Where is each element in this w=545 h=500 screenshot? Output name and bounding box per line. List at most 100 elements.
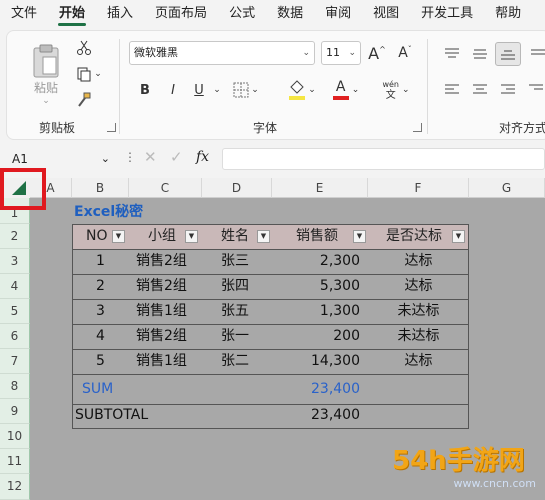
fill-color-button[interactable]: ⌄ <box>285 77 319 103</box>
name-box[interactable]: A1 ⌄ <box>6 148 116 170</box>
cell-no[interactable]: 5 <box>72 349 129 374</box>
menu-formulas[interactable]: 公式 <box>218 0 266 28</box>
cell-name[interactable]: 张五 <box>221 299 272 324</box>
clipboard-launcher-icon[interactable] <box>107 123 116 132</box>
cell-group[interactable]: 销售1组 <box>136 299 202 324</box>
filter-dropdown-icon[interactable]: ▼ <box>452 230 465 243</box>
cell-group[interactable]: 销售2组 <box>136 274 202 299</box>
row-header-8[interactable]: 8 <box>0 374 30 399</box>
underline-button[interactable]: U <box>189 79 209 101</box>
cell-status[interactable]: 未达标 <box>368 299 469 324</box>
subtotal-label[interactable]: SUBTOTAL <box>75 403 175 428</box>
divider <box>119 39 120 134</box>
menu-view[interactable]: 视图 <box>362 0 410 28</box>
align-top-button[interactable] <box>441 43 463 65</box>
align-bottom-button[interactable] <box>495 42 521 66</box>
shrink-font-button[interactable]: Aˇ <box>395 41 415 65</box>
row-header-3[interactable]: 3 <box>0 249 30 274</box>
align-left-button[interactable] <box>441 79 463 101</box>
row-header-4[interactable]: 4 <box>0 274 30 299</box>
menu-home[interactable]: 开始 <box>48 0 96 28</box>
menu-developer[interactable]: 开发工具 <box>410 0 484 28</box>
phonetic-top: wén <box>382 80 399 89</box>
cell-sales[interactable]: 14,300 <box>272 349 368 374</box>
cell-sales[interactable]: 5,300 <box>272 274 368 299</box>
cell-sales[interactable]: 1,300 <box>272 299 368 324</box>
column-header-b[interactable]: B <box>72 178 129 198</box>
menu-file[interactable]: 文件 <box>0 0 48 28</box>
borders-button[interactable]: ⌄ <box>231 79 261 101</box>
align-bottom-icon <box>501 50 515 60</box>
column-header-g[interactable]: G <box>469 178 545 198</box>
font-size-select[interactable]: 11 ⌄ <box>321 41 361 65</box>
align-right-button[interactable] <box>497 79 519 101</box>
row-header-9[interactable]: 9 <box>0 399 30 424</box>
cell-status[interactable]: 达标 <box>368 274 469 299</box>
font-launcher-icon[interactable] <box>413 123 422 132</box>
sum-value[interactable]: 23,400 <box>272 377 368 402</box>
copy-icon <box>77 67 91 82</box>
paste-button[interactable]: 粘贴 ⌄ <box>25 39 67 109</box>
grow-font-button[interactable]: A ^ <box>367 41 387 65</box>
menu-review[interactable]: 审阅 <box>314 0 362 28</box>
cell-sales[interactable]: 2,300 <box>272 249 368 274</box>
sum-label[interactable]: SUM <box>82 377 142 402</box>
more-icon[interactable]: ⋮ <box>124 150 136 164</box>
column-header-f[interactable]: F <box>368 178 469 198</box>
cell-status[interactable]: 达标 <box>368 249 469 274</box>
format-painter-button[interactable] <box>73 89 95 111</box>
cell-group[interactable]: 销售2组 <box>136 324 202 349</box>
column-header-c[interactable]: C <box>129 178 202 198</box>
cell-no[interactable]: 3 <box>72 299 129 324</box>
menu-data[interactable]: 数据 <box>266 0 314 28</box>
font-color-button[interactable]: A ⌄ <box>329 77 363 103</box>
row-header-11[interactable]: 11 <box>0 449 30 474</box>
cell-name[interactable]: 张四 <box>221 274 272 299</box>
row-header-7[interactable]: 7 <box>0 349 30 374</box>
indent-button[interactable] <box>525 79 545 101</box>
insert-function-icon[interactable]: fx <box>196 149 209 165</box>
cell-name[interactable]: 张三 <box>221 249 272 274</box>
cell-no[interactable]: 1 <box>72 249 129 274</box>
cell-no[interactable]: 4 <box>72 324 129 349</box>
sheet-title[interactable]: Excel秘密 <box>74 200 274 225</box>
cell-group[interactable]: 销售2组 <box>136 249 202 274</box>
menu-help[interactable]: 帮助 <box>484 0 532 28</box>
menu-page-layout[interactable]: 页面布局 <box>144 0 218 28</box>
cell-no[interactable]: 2 <box>72 274 129 299</box>
row-header-12[interactable]: 12 <box>0 474 30 500</box>
bold-button[interactable]: B <box>135 79 155 101</box>
filter-dropdown-icon[interactable]: ▼ <box>185 230 198 243</box>
cancel-icon[interactable]: ✕ <box>144 148 157 166</box>
cell-name[interactable]: 张二 <box>221 349 272 374</box>
filter-dropdown-icon[interactable]: ▼ <box>353 230 366 243</box>
cell-status[interactable]: 达标 <box>368 349 469 374</box>
subtotal-value[interactable]: 23,400 <box>272 403 368 428</box>
cell-sales[interactable]: 200 <box>272 324 368 349</box>
row-header-5[interactable]: 5 <box>0 299 30 324</box>
cell-status[interactable]: 未达标 <box>368 324 469 349</box>
column-header-e[interactable]: E <box>272 178 368 198</box>
cell-name[interactable]: 张一 <box>221 324 272 349</box>
align-center-icon <box>473 84 487 94</box>
filter-dropdown-icon[interactable]: ▼ <box>257 230 270 243</box>
underline-dropdown[interactable]: ⌄ <box>211 79 223 101</box>
formula-input[interactable] <box>222 148 545 170</box>
font-name-select[interactable]: 微软雅黑 ⌄ <box>129 41 315 65</box>
copy-button[interactable]: ⌄ <box>71 63 107 85</box>
paste-label: 粘贴 <box>33 80 58 95</box>
phonetic-button[interactable]: wén 文 ⌄ <box>377 75 415 105</box>
row-header-10[interactable]: 10 <box>0 424 30 449</box>
align-middle-button[interactable] <box>469 43 491 65</box>
wrap-button[interactable] <box>527 43 545 65</box>
align-center-button[interactable] <box>469 79 491 101</box>
cell-group[interactable]: 销售1组 <box>136 349 202 374</box>
menu-insert[interactable]: 插入 <box>96 0 144 28</box>
row-header-6[interactable]: 6 <box>0 324 30 349</box>
italic-button[interactable]: I <box>163 79 183 101</box>
column-header-d[interactable]: D <box>202 178 272 198</box>
cut-button[interactable] <box>73 37 95 59</box>
filter-dropdown-icon[interactable]: ▼ <box>112 230 125 243</box>
row-header-2[interactable]: 2 <box>0 224 30 249</box>
enter-icon[interactable]: ✓ <box>170 148 183 166</box>
